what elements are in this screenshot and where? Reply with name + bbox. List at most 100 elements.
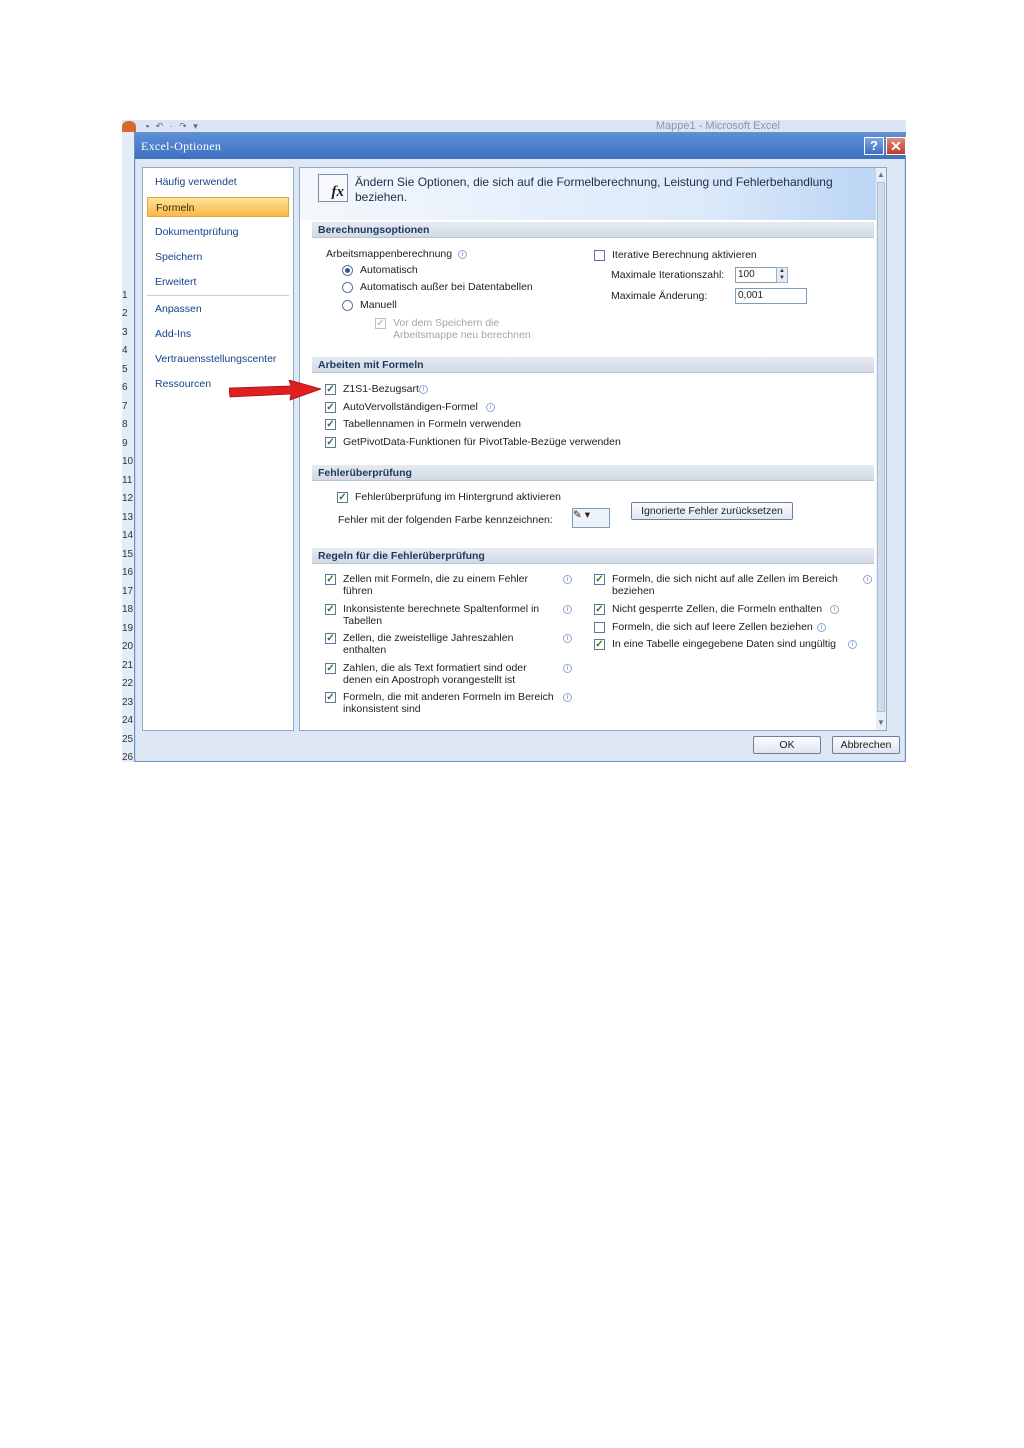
- dialog-titlebar[interactable]: Excel-Optionen ? ✕: [135, 133, 906, 159]
- checkbox-rule-inconsistent-column[interactable]: ✓: [325, 604, 336, 615]
- cancel-button[interactable]: Abbrechen: [832, 736, 900, 754]
- rule-label: Nicht gesperrte Zellen, die Formeln enth…: [612, 603, 823, 615]
- info-icon: i: [486, 403, 495, 412]
- checkbox-table-names[interactable]: ✓: [325, 419, 336, 430]
- row-header[interactable]: 18: [122, 604, 134, 616]
- scrollbar-thumb[interactable]: [877, 182, 885, 712]
- background-error-check-label: Fehlerüberprüfung im Hintergrund aktivie…: [355, 491, 562, 503]
- options-content: fx Ändern Sie Optionen, die sich auf die…: [299, 167, 887, 731]
- checkbox-rule-inconsistent-formulas[interactable]: ✓: [325, 692, 336, 703]
- checkbox-rule-numbers-as-text[interactable]: ✓: [325, 663, 336, 674]
- info-icon: i: [419, 385, 428, 394]
- error-color-picker[interactable]: ✎ ▾: [572, 508, 610, 528]
- info-icon: i: [458, 250, 467, 259]
- quick-access-toolbar[interactable]: ▪ ↶ · ↷ ▾: [146, 121, 266, 131]
- row-header[interactable]: 14: [122, 530, 134, 542]
- radio-automatic-except-tables[interactable]: [342, 282, 353, 293]
- checkbox-rule-omit-cells[interactable]: ✓: [594, 574, 605, 585]
- rule-label: Zahlen, die als Text formatiert sind ode…: [343, 662, 527, 674]
- nav-divider: [147, 295, 289, 296]
- row-header[interactable]: 3: [122, 327, 134, 339]
- section-calculation: Berechnungsoptionen: [312, 222, 874, 238]
- radio-automatic[interactable]: [342, 265, 353, 276]
- spin-down-icon[interactable]: ▼: [779, 275, 785, 281]
- row-header[interactable]: 8: [122, 419, 134, 431]
- row-header[interactable]: 24: [122, 715, 134, 727]
- checkbox-rule-two-digit-years[interactable]: ✓: [325, 633, 336, 644]
- checkbox-rule-invalid-table-data[interactable]: ✓: [594, 639, 605, 650]
- checkbox-rule-empty-cells[interactable]: [594, 622, 605, 633]
- rule-label: inkonsistent sind: [343, 703, 421, 715]
- rule-label: enthalten: [343, 644, 387, 656]
- rule-label: Formeln, die sich auf leere Zellen bezie…: [612, 621, 813, 633]
- row-header[interactable]: 26: [122, 752, 134, 764]
- rule-label: Zellen, die zweistellige Jahreszahlen: [343, 632, 514, 644]
- row-header[interactable]: 25: [122, 734, 134, 746]
- checkbox-autocomplete[interactable]: ✓: [325, 402, 336, 413]
- max-change-input[interactable]: 0,001: [735, 288, 807, 304]
- formula-icon: fx: [318, 174, 348, 202]
- scroll-down-icon[interactable]: ▼: [877, 718, 885, 727]
- row-header[interactable]: 22: [122, 678, 134, 690]
- info-icon: i: [830, 605, 839, 614]
- rule-label: Formeln, die mit anderen Formeln im Bere…: [343, 691, 554, 703]
- reset-ignored-errors-button[interactable]: Ignorierte Fehler zurücksetzen: [631, 502, 793, 520]
- row-header[interactable]: 2: [122, 308, 134, 320]
- info-icon: i: [563, 664, 572, 673]
- max-iterations-input[interactable]: 100: [735, 267, 777, 283]
- row-header[interactable]: 20: [122, 641, 134, 653]
- radio-manual[interactable]: [342, 300, 353, 311]
- info-icon: i: [848, 640, 857, 649]
- nav-item-speichern[interactable]: Speichern: [147, 247, 289, 267]
- scroll-up-icon[interactable]: ▲: [877, 170, 885, 179]
- row-header[interactable]: 6: [122, 382, 134, 394]
- spin-up-icon[interactable]: ▲: [779, 268, 785, 274]
- ok-button[interactable]: OK: [753, 736, 821, 754]
- checkbox-rule-error-formulas[interactable]: ✓: [325, 574, 336, 585]
- row-header[interactable]: 16: [122, 567, 134, 579]
- row-header[interactable]: 15: [122, 549, 134, 561]
- row-header[interactable]: 5: [122, 364, 134, 376]
- rule-label: Tabellen: [343, 615, 383, 627]
- nav-item-dokumentpruefung[interactable]: Dokumentprüfung: [147, 222, 289, 242]
- rule-label: Zellen mit Formeln, die zu einem Fehler: [343, 573, 528, 585]
- table-names-label: Tabellennamen in Formeln verwenden: [343, 418, 522, 430]
- row-header[interactable]: 13: [122, 512, 134, 524]
- checkbox-getpivotdata[interactable]: ✓: [325, 437, 336, 448]
- rule-label: beziehen: [612, 585, 655, 597]
- row-header[interactable]: 11: [122, 475, 134, 487]
- help-button[interactable]: ?: [864, 137, 884, 155]
- iterative-label: Iterative Berechnung aktivieren: [612, 249, 757, 261]
- section-error-rules: Regeln für die Fehlerüberprüfung: [312, 548, 874, 564]
- checkbox-recalc-before-save: ✓: [375, 318, 386, 329]
- checkbox-rule-unlocked-cells[interactable]: ✓: [594, 604, 605, 615]
- checkbox-background-error-check[interactable]: ✓: [337, 492, 348, 503]
- max-change-label: Maximale Änderung:: [611, 290, 708, 302]
- row-header[interactable]: 17: [122, 586, 134, 598]
- row-header[interactable]: 10: [122, 456, 134, 468]
- nav-item-vertrauensstellungscenter[interactable]: Vertrauensstellungscenter: [147, 349, 289, 369]
- dialog-body: Häufig verwendet Formeln Dokumentprüfung…: [136, 159, 904, 761]
- close-icon[interactable]: ✕: [886, 137, 906, 155]
- nav-item-anpassen[interactable]: Anpassen: [147, 299, 289, 319]
- row-header[interactable]: 9: [122, 438, 134, 450]
- dialog-title: Excel-Optionen: [141, 139, 222, 153]
- nav-item-erweitert[interactable]: Erweitert: [147, 272, 289, 292]
- nav-item-formeln[interactable]: Formeln: [147, 197, 289, 217]
- nav-item-addins[interactable]: Add-Ins: [147, 324, 289, 344]
- row-header[interactable]: 23: [122, 697, 134, 709]
- max-iterations-spinner[interactable]: ▲ ▼: [776, 267, 788, 283]
- nav-item-haeufig[interactable]: Häufig verwendet: [147, 172, 289, 192]
- checkbox-r1c1[interactable]: ✓: [325, 384, 336, 395]
- row-header[interactable]: 21: [122, 660, 134, 672]
- row-header[interactable]: 7: [122, 401, 134, 413]
- rule-label: Inkonsistente berechnete Spaltenformel i…: [343, 603, 540, 615]
- checkbox-iterative[interactable]: [594, 250, 605, 261]
- row-header[interactable]: 4: [122, 345, 134, 357]
- row-header[interactable]: 12: [122, 493, 134, 505]
- rule-label: führen: [343, 585, 373, 597]
- row-header[interactable]: 19: [122, 623, 134, 635]
- row-header[interactable]: 1: [122, 290, 134, 302]
- info-icon: i: [563, 575, 572, 584]
- info-icon: i: [563, 605, 572, 614]
